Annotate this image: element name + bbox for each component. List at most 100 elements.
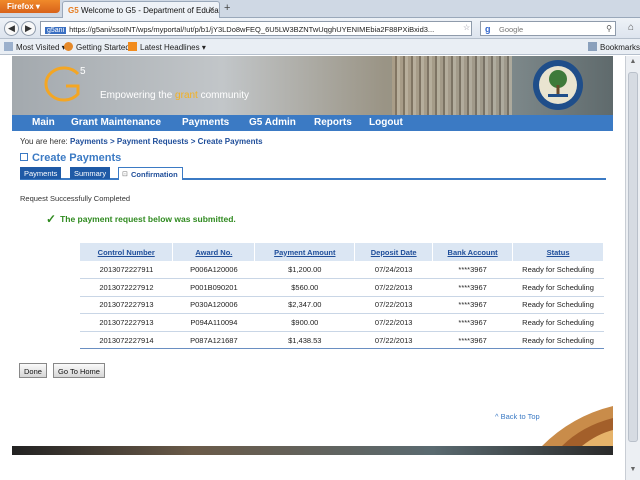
bookmark-most-visited[interactable]: Most Visited ▾ [4, 42, 66, 52]
tab-summary[interactable]: Summary [70, 167, 111, 179]
cell-bank-account: ****3967 [432, 278, 513, 297]
department-seal-icon [533, 60, 583, 110]
page-scrollbar[interactable]: ▲ ▼ [625, 56, 640, 480]
cell-status: Ready for Scheduling [512, 261, 604, 280]
firefox-icon [64, 42, 73, 51]
table-row: 2013072227911 P006A120006 $1,200.00 07/2… [80, 261, 604, 280]
breadcrumb-payment-requests[interactable]: Payment Requests [117, 137, 189, 146]
header-deposit-date[interactable]: Deposit Date [354, 243, 434, 261]
bookmarks-icon [588, 42, 597, 51]
payments-table: Control Number Award No. Payment Amount … [80, 243, 604, 350]
bookmarks-toolbar: Most Visited ▾ Getting Started Latest He… [0, 39, 640, 55]
header-payment-amount[interactable]: Payment Amount [254, 243, 356, 261]
url-input[interactable]: g5ani https://g5ani/ssoINT/wps/myportal/!… [40, 21, 472, 36]
cell-award-no: P087A121687 [172, 331, 255, 350]
forward-arrow-icon[interactable]: ▶ [21, 21, 36, 36]
cell-payment-amount: $2,347.00 [254, 296, 355, 315]
table-row: 2013072227913 P030A120006 $2,347.00 07/2… [80, 296, 604, 315]
bookmark-star-icon[interactable]: ☆ [463, 23, 470, 32]
cell-payment-amount: $900.00 [254, 313, 355, 332]
site-banner: 5 Empowering the grant community [12, 56, 613, 115]
library-shelf-decoration [392, 56, 512, 115]
back-to-top-link[interactable]: ^ Back to Top [495, 412, 540, 421]
nav-grant-maintenance[interactable]: Grant Maintenance [71, 117, 161, 128]
google-icon: g [485, 24, 491, 34]
corner-decoration-image [542, 406, 613, 446]
folder-icon [4, 42, 13, 51]
cell-award-no: P006A120006 [172, 261, 255, 280]
close-tab-icon[interactable]: ✕ [208, 5, 215, 14]
search-icon[interactable]: ⚲ [606, 24, 612, 33]
bookmarks-menu[interactable]: Bookmarks [588, 42, 640, 52]
cell-status: Ready for Scheduling [512, 296, 604, 315]
tab-confirmation[interactable]: ⊡ Confirmation [118, 167, 183, 180]
scroll-up-icon[interactable]: ▲ [627, 58, 639, 70]
cell-bank-account: ****3967 [432, 313, 513, 332]
table-row: 2013072227912 P001B090201 $560.00 07/22/… [80, 278, 604, 297]
browser-tab[interactable]: G5 Welcome to G5 - Department of Educati… [62, 1, 220, 18]
breadcrumb: You are here: Payments > Payment Request… [20, 137, 263, 146]
g5-favicon-icon: G5 [68, 6, 79, 15]
cell-deposit-date: 07/22/2013 [354, 331, 433, 350]
svg-text:5: 5 [80, 66, 86, 77]
nav-g5-admin[interactable]: G5 Admin [249, 117, 296, 128]
cell-deposit-date: 07/22/2013 [354, 296, 433, 315]
browser-tab-bar: Firefox ▾ G5 Welcome to G5 - Department … [0, 0, 640, 18]
cell-status: Ready for Scheduling [512, 331, 604, 350]
bookmark-latest-headlines[interactable]: Latest Headlines ▾ [128, 42, 206, 52]
cell-control-number: 2013072227913 [80, 296, 173, 315]
nav-payments[interactable]: Payments [182, 117, 229, 128]
tab-title: Welcome to G5 - Department of Educati... [81, 6, 220, 15]
table-row: 2013072227913 P094A110094 $900.00 07/22/… [80, 313, 604, 332]
cell-deposit-date: 07/22/2013 [354, 278, 433, 297]
cell-bank-account: ****3967 [432, 296, 513, 315]
done-button[interactable]: Done [19, 363, 47, 378]
nav-logout[interactable]: Logout [369, 117, 403, 128]
header-control-number[interactable]: Control Number [80, 243, 174, 261]
main-nav: Main Grant Maintenance Payments G5 Admin… [12, 115, 613, 131]
g5-logo: 5 [44, 66, 86, 102]
url-text: https://g5ani/ssoINT/wps/myportal/!ut/p/… [69, 25, 435, 34]
cell-control-number: 2013072227912 [80, 278, 173, 297]
bookmark-getting-started[interactable]: Getting Started [64, 42, 130, 52]
success-message: ✓ The payment request below was submitted… [46, 212, 236, 226]
cell-control-number: 2013072227913 [80, 313, 173, 332]
breadcrumb-payments[interactable]: Payments [70, 137, 108, 146]
cell-award-no: P094A110094 [172, 313, 255, 332]
cell-payment-amount: $1,200.00 [254, 261, 355, 280]
search-input[interactable]: g Google ⚲ [480, 21, 616, 36]
cell-control-number: 2013072227914 [80, 331, 173, 350]
search-placeholder: Google [499, 25, 524, 34]
cell-bank-account: ****3967 [432, 331, 513, 350]
table-row: 2013072227914 P087A121687 $1,438.53 07/2… [80, 331, 604, 350]
header-status[interactable]: Status [512, 243, 604, 261]
check-icon: ✓ [46, 212, 57, 226]
document-icon: ⊡ [122, 171, 128, 178]
scroll-down-icon[interactable]: ▼ [627, 466, 639, 478]
cell-status: Ready for Scheduling [512, 313, 604, 332]
breadcrumb-create-payments: Create Payments [197, 137, 263, 146]
scroll-thumb[interactable] [628, 72, 638, 442]
cell-award-no: P001B090201 [172, 278, 255, 297]
payment-tabs: Payments Summary ⊡ Confirmation [20, 167, 606, 180]
table-header-row: Control Number Award No. Payment Amount … [80, 243, 604, 261]
cell-payment-amount: $1,438.53 [254, 331, 355, 350]
cell-control-number: 2013072227911 [80, 261, 173, 280]
rss-icon [128, 42, 137, 51]
cell-deposit-date: 07/24/2013 [354, 261, 433, 280]
header-award-no[interactable]: Award No. [172, 243, 256, 261]
home-icon[interactable]: ⌂ [628, 22, 634, 33]
back-arrow-icon[interactable]: ◀ [4, 21, 19, 36]
site-identity-badge[interactable]: g5ani [45, 27, 67, 34]
cell-bank-account: ****3967 [432, 261, 513, 280]
nav-reports[interactable]: Reports [314, 117, 352, 128]
nav-main[interactable]: Main [32, 117, 55, 128]
cell-payment-amount: $560.00 [254, 278, 355, 297]
firefox-menu-button[interactable]: Firefox ▾ [0, 0, 60, 13]
go-to-home-button[interactable]: Go To Home [53, 363, 105, 378]
header-bank-account[interactable]: Bank Account [432, 243, 514, 261]
page-title: Create Payments [20, 152, 121, 164]
new-tab-button[interactable]: + [224, 2, 230, 14]
tab-payments[interactable]: Payments [20, 167, 62, 179]
cell-status: Ready for Scheduling [512, 278, 604, 297]
